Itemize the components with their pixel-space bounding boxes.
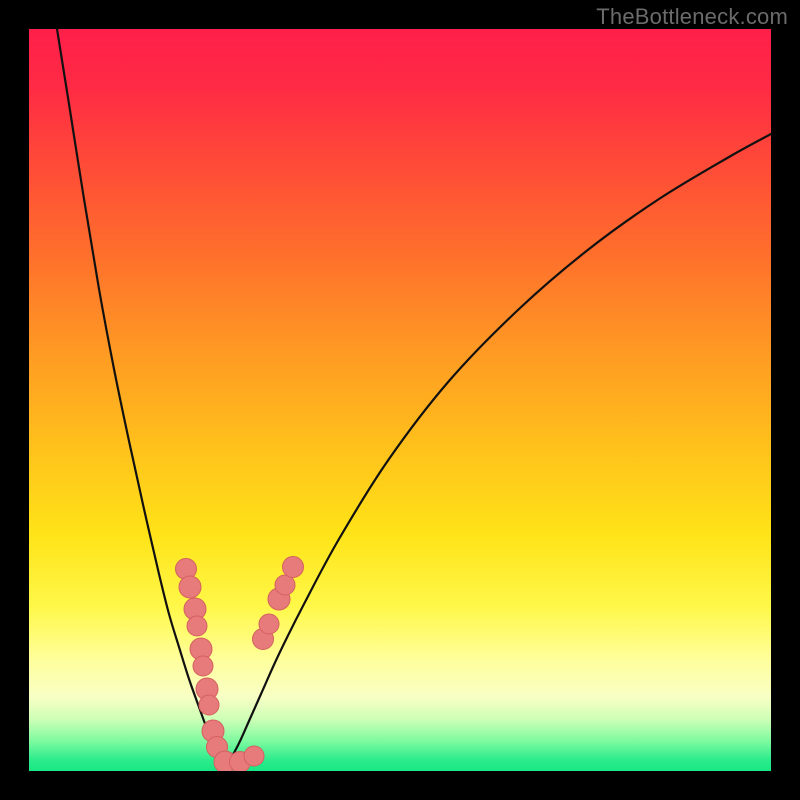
data-marker	[259, 614, 279, 634]
marker-layer	[29, 29, 771, 771]
data-marker	[187, 616, 207, 636]
watermark-text: TheBottleneck.com	[596, 4, 788, 30]
data-marker	[179, 576, 201, 598]
data-marker	[275, 575, 295, 595]
plot-area	[29, 29, 771, 771]
data-marker	[244, 746, 264, 766]
data-marker	[199, 695, 219, 715]
data-marker	[193, 656, 213, 676]
data-marker	[283, 557, 304, 578]
chart-stage: TheBottleneck.com	[0, 0, 800, 800]
